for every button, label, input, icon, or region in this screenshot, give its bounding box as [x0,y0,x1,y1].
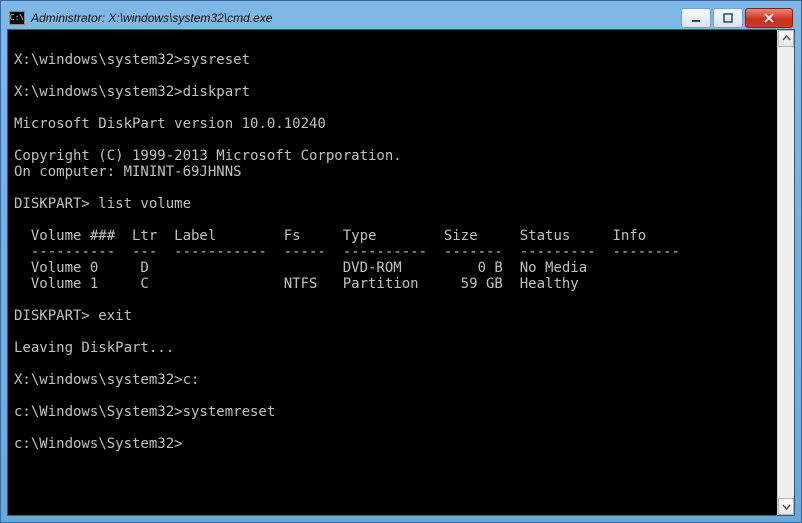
cmd-icon-glyph: C:\ [10,14,24,22]
window-title: Administrator: X:\windows\system32\cmd.e… [31,11,272,25]
client-area: X:\windows\system32>sysreset X:\windows\… [7,29,795,516]
cmd-icon: C:\ [9,11,25,25]
vertical-scrollbar[interactable] [777,30,794,515]
scroll-up-button[interactable] [778,30,794,47]
terminal-output[interactable]: X:\windows\system32>sysreset X:\windows\… [8,30,777,515]
close-icon [763,13,775,23]
minimize-button[interactable] [681,8,711,28]
close-button[interactable] [745,8,793,28]
maximize-icon [723,13,733,23]
scrollbar-track[interactable] [778,47,794,498]
minimize-icon [691,13,701,23]
window-buttons [681,8,793,28]
scroll-down-button[interactable] [778,498,794,515]
maximize-button[interactable] [713,8,743,28]
cmd-window: C:\ Administrator: X:\windows\system32\c… [0,0,802,523]
chevron-down-icon [782,502,791,511]
chevron-up-icon [782,34,791,43]
titlebar[interactable]: C:\ Administrator: X:\windows\system32\c… [7,7,795,29]
